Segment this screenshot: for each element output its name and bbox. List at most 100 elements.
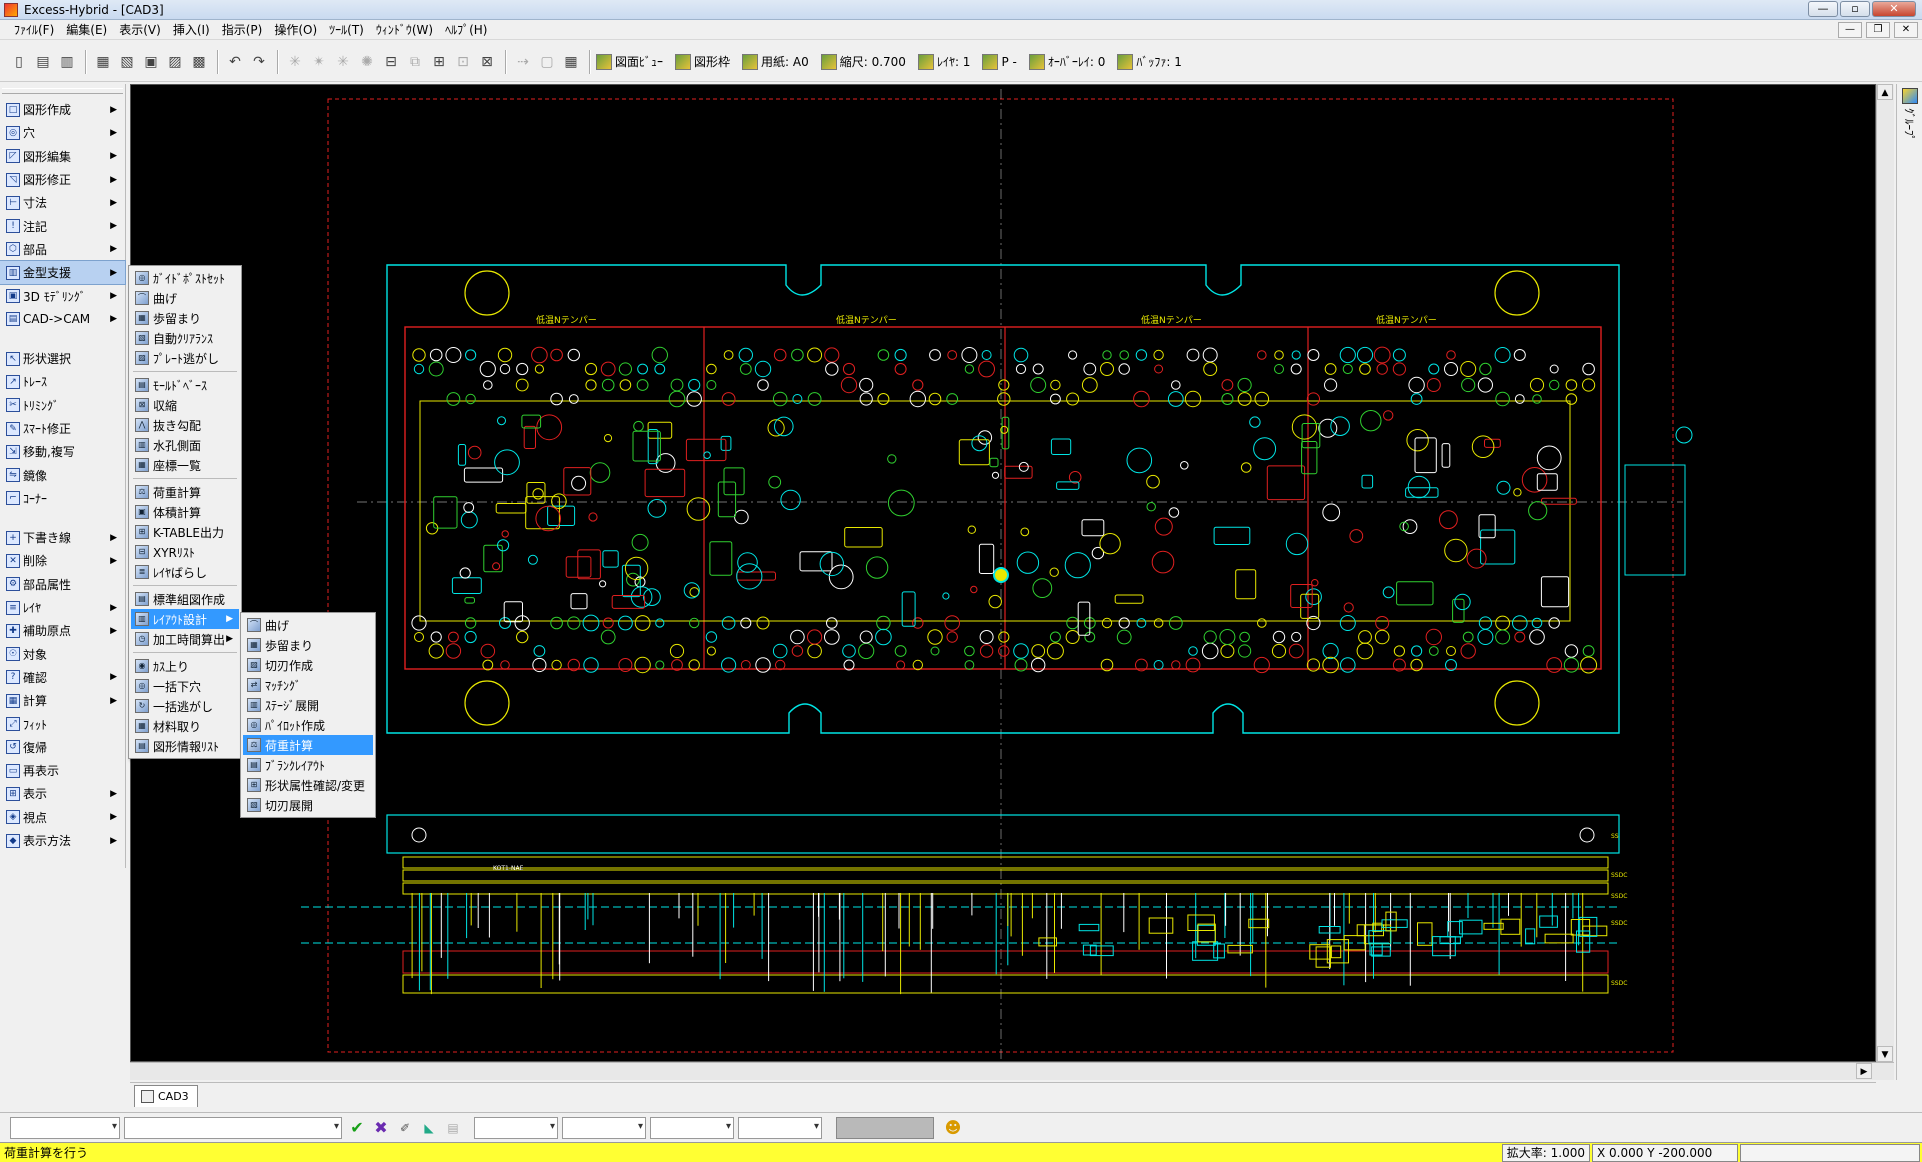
input-combo-4[interactable] <box>562 1116 646 1139</box>
layout-pilot-create[interactable]: ◎ ﾊﾟｲﾛｯﾄ作成 <box>243 715 373 735</box>
cmd-part-attribute[interactable]: ⚙ 部品属性 <box>0 573 125 596</box>
menu-edit[interactable]: 編集(E) <box>66 21 107 38</box>
snap-end-icon[interactable]: ✳ <box>332 51 354 73</box>
menu-batch-pilot-hole[interactable]: ◎ 一括下穴 <box>131 676 239 696</box>
cmd-figure-modify[interactable]: ◹ 図形修正 ▶ <box>0 168 125 191</box>
menu-plate-relief[interactable]: ▨ ﾌﾟﾚｰﾄ逃がし <box>131 348 239 368</box>
minimize-button[interactable]: — <box>1808 1 1838 17</box>
menu-batch-relief[interactable]: ↻ 一括逃がし <box>131 696 239 716</box>
clipboard-icon[interactable]: ⊡ <box>452 51 474 73</box>
cmd-viewpoint[interactable]: ◈ 視点 ▶ <box>0 806 125 829</box>
menu-scrap-lift[interactable]: ◉ ｶｽ上り <box>131 656 239 676</box>
cad-canvas[interactable]: 低温Nテンパー 低温Nテンパー 低温Nテンパー 低温Nテンパー KOT1-NAE… <box>130 84 1876 1062</box>
menu-coordinate-list[interactable]: ▦ 座標一覧 <box>131 455 239 475</box>
input-combo-2[interactable] <box>124 1116 342 1139</box>
group-icon[interactable] <box>1901 88 1918 104</box>
print-preview-icon[interactable]: ▩ <box>188 51 210 73</box>
cmd-restore[interactable]: ↺ 復帰 <box>0 736 125 759</box>
cmd-display[interactable]: ⊞ 表示 ▶ <box>0 782 125 805</box>
cmd-trimming[interactable]: ✂ ﾄﾘﾐﾝｸﾞ <box>0 394 125 417</box>
cmd-move-copy[interactable]: ⇲ 移動,複写 <box>0 440 125 463</box>
menu-window[interactable]: ｳｨﾝﾄﾞｳ(W) <box>376 21 433 38</box>
paper-size-button[interactable]: 用紙: A0 <box>742 53 809 70</box>
grid-icon[interactable]: ▦ <box>560 51 582 73</box>
cmd-mold-support[interactable]: ▥ 金型支援 ▶ <box>0 260 126 286</box>
cmd-hole[interactable]: ◎ 穴 ▶ <box>0 121 125 144</box>
cmd-display-method[interactable]: ◆ 表示方法 ▶ <box>0 829 125 852</box>
menu-layout-design[interactable]: ▥ ﾚｲｱｳﾄ設計 ▶ <box>131 609 239 629</box>
cmd-target[interactable]: ☉ 対象 <box>0 643 125 666</box>
mdi-close-button[interactable]: ✕ <box>1894 22 1918 38</box>
panel-grip[interactable] <box>2 88 123 94</box>
cmd-annotation[interactable]: ! 注記 ▶ <box>0 214 125 237</box>
layout-cutting-edge-create[interactable]: ▨ 切刃作成 <box>243 655 373 675</box>
maximize-button[interactable]: ▫ <box>1840 1 1870 17</box>
layout-load-calculation[interactable]: ⚖ 荷重計算 <box>243 735 373 755</box>
snap-center-icon[interactable]: ✴ <box>308 51 330 73</box>
drawing-view-button[interactable]: 図面ﾋﾞｭｰ <box>596 53 663 70</box>
scroll-down-icon[interactable]: ▼ <box>1877 1046 1893 1062</box>
cmd-fit[interactable]: ⤢ ﾌｨｯﾄ <box>0 712 125 735</box>
cancel-x-icon[interactable]: ✖ <box>370 1117 392 1139</box>
cmd-delete[interactable]: ✕ 削除 ▶ <box>0 549 125 572</box>
cmd-aux-origin[interactable]: ✚ 補助原点 ▶ <box>0 619 125 642</box>
redo-icon[interactable]: ↷ <box>248 51 270 73</box>
menu-layer-split[interactable]: ≣ ﾚｲﾔばらし <box>131 562 239 582</box>
cmd-redisplay[interactable]: ▭ 再表示 <box>0 759 125 782</box>
menu-mold-base[interactable]: ▤ ﾓｰﾙﾄﾞﾍﾞｰｽ <box>131 375 239 395</box>
cmd-cad-cam[interactable]: ▤ CAD->CAM ▶ <box>0 308 125 331</box>
paste-icon[interactable]: ⊞ <box>428 51 450 73</box>
input-combo-3[interactable] <box>474 1116 558 1139</box>
box-icon[interactable]: ▢ <box>536 51 558 73</box>
menu-instruct[interactable]: 指示(P) <box>222 21 263 38</box>
menu-help[interactable]: ﾍﾙﾌﾟ(H) <box>445 21 487 38</box>
open-recent-icon[interactable]: ▥ <box>56 51 78 73</box>
scroll-right-icon[interactable]: ▶ <box>1856 1063 1872 1079</box>
layout-matching[interactable]: ⇄ ﾏｯﾁﾝｸﾞ <box>243 675 373 695</box>
input-combo-5[interactable] <box>650 1116 734 1139</box>
mdi-minimize-button[interactable]: — <box>1838 22 1862 38</box>
layout-blank-layout[interactable]: ▤ ﾌﾞﾗﾝｸﾚｲｱｳﾄ <box>243 755 373 775</box>
overlay-button[interactable]: ｵｰﾊﾞｰﾚｲ: 0 <box>1028 53 1105 70</box>
layer-button[interactable]: ﾚｲﾔ: 1 <box>917 53 970 70</box>
scale-button[interactable]: 縮尺: 0.700 <box>820 53 906 70</box>
layout-cutting-edge-expand[interactable]: ▧ 切刃展開 <box>243 795 373 815</box>
input-combo-6[interactable] <box>738 1116 822 1139</box>
menu-auto-clearance[interactable]: ▧ 自動ｸﾘｱﾗﾝｽ <box>131 328 239 348</box>
cmd-confirm[interactable]: ? 確認 ▶ <box>0 666 125 689</box>
copy-icon[interactable]: ⧉ <box>404 51 426 73</box>
snap-mid-icon[interactable]: ✺ <box>356 51 378 73</box>
print-icon[interactable]: ▨ <box>164 51 186 73</box>
figure-frame-button[interactable]: 図形枠 <box>675 53 730 70</box>
ok-check-icon[interactable]: ✔ <box>346 1117 368 1139</box>
cmd-mirror[interactable]: ⇋ 鏡像 <box>0 463 125 486</box>
menu-water-hole-side[interactable]: ▥ 水孔側面 <box>131 435 239 455</box>
cmd-shape-select[interactable]: ↖ 形状選択 <box>0 347 125 370</box>
mdi-restore-button[interactable]: ❐ <box>1866 22 1890 38</box>
cmd-corner[interactable]: ⌐ ｺｰﾅｰ <box>0 487 125 510</box>
horizontal-scrollbar[interactable]: ▶ <box>130 1062 1894 1080</box>
menu-bend[interactable]: ⌒ 曲げ <box>131 288 239 308</box>
menu-draft-angle[interactable]: ⋀ 抜き勾配 <box>131 415 239 435</box>
menu-machining-time[interactable]: ◷ 加工時間算出 ▶ <box>131 629 239 649</box>
layer-icon[interactable]: ⊠ <box>476 51 498 73</box>
cmd-layer[interactable]: ≡ ﾚｲﾔ ▶ <box>0 596 125 619</box>
pen-button[interactable]: P - <box>982 53 1017 70</box>
group-panel-label[interactable]: ｸﾞﾙｰﾌﾟ <box>1903 108 1917 141</box>
menu-view[interactable]: 表示(V) <box>119 21 161 38</box>
cmd-trace[interactable]: ↗ ﾄﾚｰｽ <box>0 370 125 393</box>
snap-point-icon[interactable]: ✳ <box>284 51 306 73</box>
menu-standard-assembly[interactable]: ▤ 標準組図作成 <box>131 589 239 609</box>
menu-material-take[interactable]: ▦ 材料取り <box>131 716 239 736</box>
smiley-icon[interactable]: ☻ <box>942 1117 964 1139</box>
menu-shrink[interactable]: ⊠ 収縮 <box>131 395 239 415</box>
undo-icon[interactable]: ↶ <box>224 51 246 73</box>
layout-yield[interactable]: ▦ 歩留まり <box>243 635 373 655</box>
save-icon[interactable]: ▣ <box>140 51 162 73</box>
cmd-figure-edit[interactable]: ◸ 図形編集 ▶ <box>0 145 125 168</box>
menu-yield[interactable]: ▦ 歩留まり <box>131 308 239 328</box>
export-icon[interactable]: ▧ <box>116 51 138 73</box>
layout-stage-expand[interactable]: ▥ ｽﾃｰｼﾞ展開 <box>243 695 373 715</box>
menu-figure-info-list[interactable]: ▤ 図形情報ﾘｽﾄ <box>131 736 239 756</box>
cmd-dimension[interactable]: ⊢ 寸法 ▶ <box>0 191 125 214</box>
